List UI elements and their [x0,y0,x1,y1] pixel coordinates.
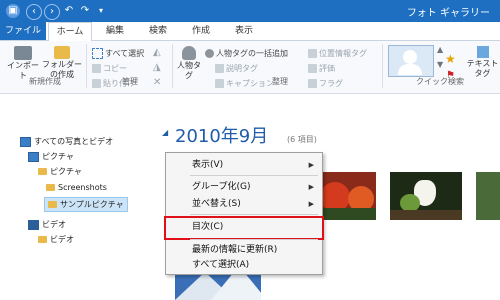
tab-edit[interactable]: 編集 [97,22,133,40]
nav-item-pictures-library[interactable]: ピクチャ [28,150,74,163]
back-icon[interactable]: ‹ [26,4,42,20]
select-all-icon [92,48,103,59]
menu-separator [190,239,318,240]
copy-icon [92,64,101,73]
rotate-right-icon[interactable]: ◮ [153,62,161,73]
rating-label: 評価 [319,64,335,73]
folder-icon [38,168,47,175]
select-all-button[interactable]: すべて選択 [92,48,144,59]
tab-file[interactable]: ファイル [0,22,46,40]
person-silhouette-icon [403,50,417,64]
people-tag-button[interactable]: 人物タグ [176,46,202,81]
rotate-left-icon[interactable]: ◭ [153,47,161,58]
caption-icon [215,79,224,88]
menu-item-group-by[interactable]: グループ化(G) ▶ [166,179,322,195]
text-tag-icon [476,46,489,58]
collapse-group-icon[interactable]: ◢ [162,128,168,137]
star-icon [308,64,317,73]
rating-button[interactable]: 評価 [308,63,335,74]
group-label-manage: 管理 [122,77,138,86]
menu-separator [190,214,318,215]
submenu-arrow-icon: ▶ [308,183,314,191]
nav-item-sample-pictures[interactable]: サンプルピクチャ [44,197,128,212]
photo-thumbnail-flower[interactable] [390,172,462,220]
copy-label: コピー [103,64,127,73]
submenu-arrow-icon: ▶ [308,161,314,169]
bulk-people-tag-label: 人物タグの一括追加 [216,49,288,58]
location-icon [308,49,317,58]
tab-create[interactable]: 作成 [183,22,219,40]
select-all-label: すべて選択 [105,49,145,58]
folder-icon [46,184,55,191]
folder-icon [48,201,57,208]
caption-tag-button[interactable]: 説明タグ [215,63,258,74]
group-label-quick-find: クイック検索 [416,77,464,86]
window-title: フォト ギャラリー [406,8,490,19]
highlight-box [164,216,324,240]
menu-item-select-all[interactable]: すべて選択(A) [166,257,322,273]
text-tag-button[interactable]: テキストタグ [465,46,500,79]
nav-item-pictures-folder[interactable]: ピクチャ [38,165,82,178]
app-menu-icon[interactable]: ▣ [6,4,20,18]
new-folder-button[interactable]: フォルダーの作成 [42,46,82,80]
folder-icon [38,236,47,243]
people-tag-label: 人物タグ [177,61,201,80]
ribbon-separator [382,44,383,88]
geotag-label: 位置情報タグ [319,49,367,58]
flag-label: フラグ [319,79,343,88]
item-count: (6 項目) [287,135,317,144]
gallery-scroll-up-icon[interactable]: ▲ [437,45,443,54]
gallery-scroll-down-icon[interactable]: ▼ [437,60,443,69]
person-icon [182,46,196,60]
ribbon-separator [172,44,173,88]
geotag-button[interactable]: 位置情報タグ [308,48,367,59]
photo-thumbnail-rose[interactable] [314,172,376,220]
title-bar: ▣ ‹ › ↶ ↷ ▾ フォト ギャラリー [0,0,500,22]
pictures-library-icon [28,151,39,162]
tag-icon [215,64,224,73]
menu-item-sort-by[interactable]: 並べ替え(S) ▶ [166,196,322,212]
context-menu: 表示(V) ▶ グループ化(G) ▶ 並べ替え(S) ▶ 目次(C) 最新の情報… [164,152,324,275]
people-icon [205,49,214,58]
redo-icon[interactable]: ↷ [78,4,92,18]
nav-item-videos-folder[interactable]: ビデオ [38,233,74,246]
menu-separator [190,175,318,176]
text-tag-label: テキストタグ [466,59,499,78]
bulk-people-tag-button[interactable]: 人物タグの一括追加 [205,48,288,59]
quick-find-people-thumbnail[interactable] [388,45,434,77]
tab-search[interactable]: 検索 [140,22,176,40]
menu-item-view[interactable]: 表示(V) ▶ [166,157,322,173]
photo-thumbnail-edge[interactable] [476,172,500,220]
videos-library-icon [28,219,39,230]
nav-item-all-photos[interactable]: すべての写真とビデオ [20,135,113,148]
flag-button[interactable]: フラグ [308,78,343,89]
group-label-new: 新規作成 [29,77,61,86]
nav-item-screenshots[interactable]: Screenshots [46,181,107,194]
nav-item-videos-library[interactable]: ビデオ [28,218,66,231]
tab-view[interactable]: 表示 [226,22,262,40]
star-rating-icon[interactable]: ★ [445,52,456,66]
group-label-organize: 整理 [272,77,288,86]
submenu-arrow-icon: ▶ [308,200,314,208]
caption-tag-label: 説明タグ [226,64,258,73]
ribbon-separator [86,44,87,88]
undo-icon[interactable]: ↶ [62,4,76,18]
tab-home[interactable]: ホーム [48,22,92,42]
folder-icon [54,46,70,59]
camera-icon [14,46,32,60]
ribbon-tabs: ファイル ホーム 編集 検索 作成 表示 [0,22,500,42]
copy-button[interactable]: コピー [92,63,127,74]
photos-icon [20,136,31,147]
forward-icon[interactable]: › [44,4,60,20]
menu-item-refresh[interactable]: 最新の情報に更新(R) [166,242,322,258]
customize-quick-access-icon[interactable]: ▾ [94,4,108,18]
date-group-heading[interactable]: 2010年9月 [175,122,268,148]
